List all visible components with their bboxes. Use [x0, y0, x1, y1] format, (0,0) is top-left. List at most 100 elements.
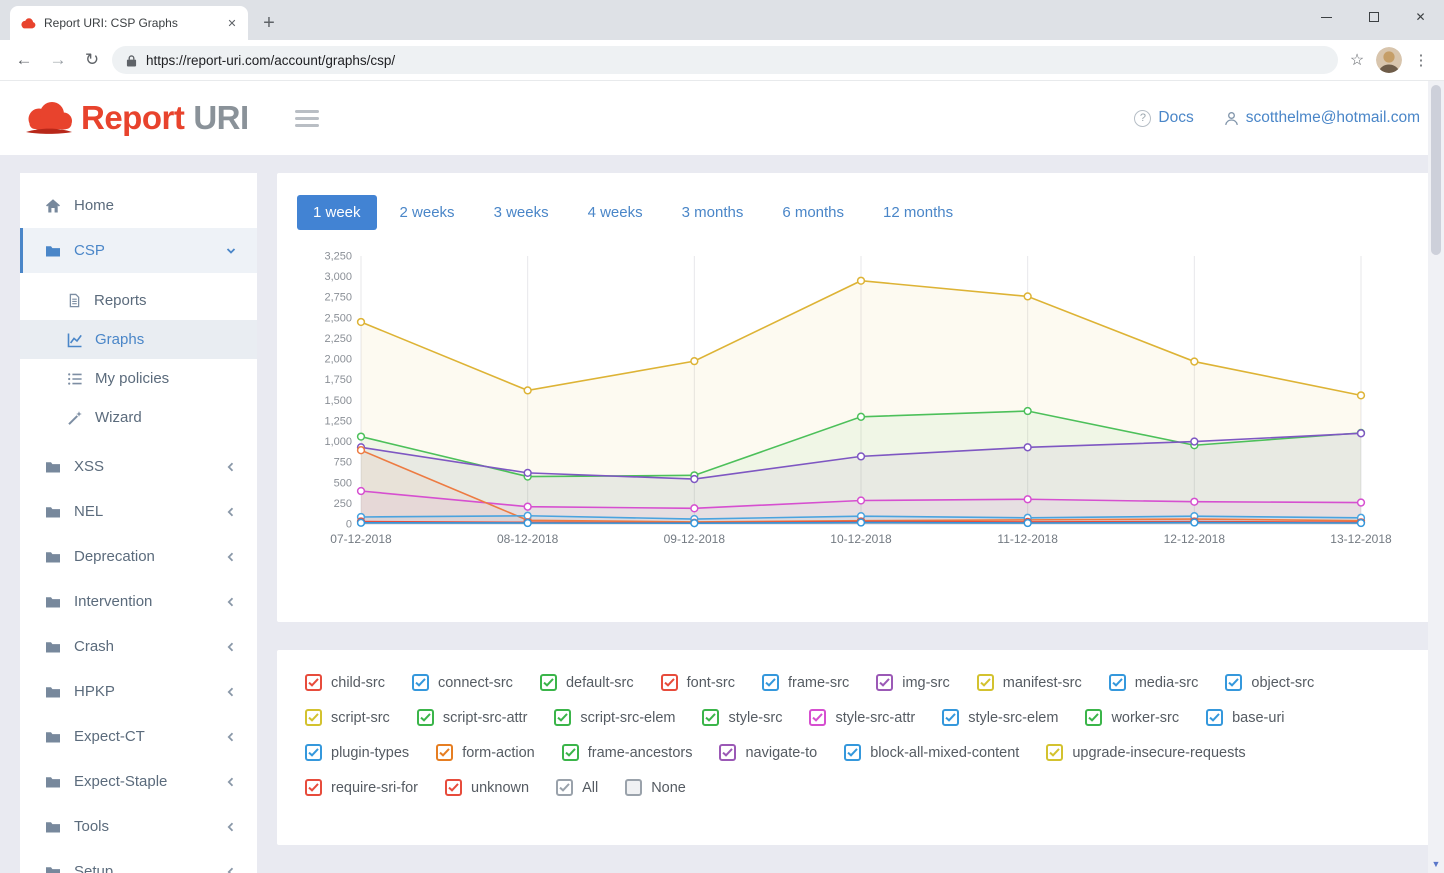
bookmark-star-icon[interactable]: ☆ [1344, 47, 1370, 73]
tab-2-weeks[interactable]: 2 weeks [384, 195, 471, 230]
checkbox-icon[interactable] [305, 709, 322, 726]
sidebar-item-my-policies[interactable]: My policies [20, 359, 257, 398]
hamburger-menu-icon[interactable] [295, 110, 319, 127]
legend-toggle-plugin-types[interactable]: plugin-types [305, 744, 409, 761]
report-uri-logo[interactable]: Report URI [22, 99, 249, 137]
sidebar-item-wizard[interactable]: Wizard [20, 398, 257, 437]
tab-close-icon[interactable]: ✕ [224, 15, 240, 31]
sidebar-item-intervention[interactable]: Intervention [20, 579, 257, 624]
sidebar-item-hpkp[interactable]: HPKP [20, 669, 257, 714]
legend-toggle-form-action[interactable]: form-action [436, 744, 535, 761]
checkbox-icon[interactable] [844, 744, 861, 761]
legend-toggle-script-src-attr[interactable]: script-src-attr [417, 709, 528, 726]
legend-toggle-script-src[interactable]: script-src [305, 709, 390, 726]
checkbox-icon[interactable] [876, 674, 893, 691]
legend-toggle-child-src[interactable]: child-src [305, 674, 385, 691]
legend-toggle-script-src-elem[interactable]: script-src-elem [554, 709, 675, 726]
checkbox-icon[interactable] [977, 674, 994, 691]
new-tab-button[interactable]: + [254, 8, 284, 38]
legend-toggle-block-all-mixed-content[interactable]: block-all-mixed-content [844, 744, 1019, 761]
docs-link[interactable]: ? Docs [1134, 109, 1193, 127]
legend-toggle-object-src[interactable]: object-src [1225, 674, 1314, 691]
page-scrollbar[interactable]: ▼ [1428, 81, 1444, 873]
legend-toggle-frame-src[interactable]: frame-src [762, 674, 849, 691]
checkbox-icon[interactable] [554, 709, 571, 726]
legend-toggle-media-src[interactable]: media-src [1109, 674, 1199, 691]
legend-toggle-frame-ancestors[interactable]: frame-ancestors [562, 744, 693, 761]
legend-toggle-none[interactable]: None [625, 779, 686, 796]
legend-toggle-upgrade-insecure-requests[interactable]: upgrade-insecure-requests [1046, 744, 1245, 761]
logo-text-uri: URI [193, 99, 248, 137]
tab-1-week[interactable]: 1 week [297, 195, 377, 230]
sidebar-item-deprecation[interactable]: Deprecation [20, 534, 257, 579]
legend-toggle-img-src[interactable]: img-src [876, 674, 950, 691]
sidebar-item-tools[interactable]: Tools [20, 804, 257, 849]
legend-toggle-require-sri-for[interactable]: require-sri-for [305, 779, 418, 796]
legend-toggle-worker-src[interactable]: worker-src [1085, 709, 1179, 726]
tab-3-months[interactable]: 3 months [666, 195, 760, 230]
checkbox-icon[interactable] [562, 744, 579, 761]
account-menu[interactable]: scotthelme@hotmail.com [1224, 109, 1420, 127]
checkbox-icon[interactable] [661, 674, 678, 691]
checkbox-icon[interactable] [412, 674, 429, 691]
checkbox-icon[interactable] [445, 779, 462, 796]
checkbox-icon[interactable] [556, 779, 573, 796]
forward-button[interactable]: → [44, 46, 72, 74]
window-close-button[interactable]: ✕ [1397, 0, 1444, 34]
checkbox-icon[interactable] [305, 744, 322, 761]
checkbox-icon[interactable] [1206, 709, 1223, 726]
sidebar-item-graphs[interactable]: Graphs [20, 320, 257, 359]
checkbox-icon[interactable] [1085, 709, 1102, 726]
reload-button[interactable]: ↻ [78, 46, 106, 74]
checkbox-icon[interactable] [1225, 674, 1242, 691]
checkbox-icon[interactable] [436, 744, 453, 761]
window-maximize-button[interactable] [1350, 0, 1397, 34]
checkbox-icon[interactable] [305, 674, 322, 691]
checkbox-icon[interactable] [1109, 674, 1126, 691]
legend-toggle-unknown[interactable]: unknown [445, 779, 529, 796]
browser-profile-avatar[interactable] [1376, 47, 1402, 73]
legend-toggle-connect-src[interactable]: connect-src [412, 674, 513, 691]
scrollbar-down-arrow[interactable]: ▼ [1428, 857, 1444, 871]
legend-toggle-navigate-to[interactable]: navigate-to [719, 744, 817, 761]
legend-toggle-base-uri[interactable]: base-uri [1206, 709, 1284, 726]
legend-toggle-font-src[interactable]: font-src [661, 674, 735, 691]
checkbox-icon[interactable] [762, 674, 779, 691]
legend-toggle-all[interactable]: All [556, 779, 598, 796]
checkbox-icon[interactable] [702, 709, 719, 726]
sidebar-item-xss[interactable]: XSS [20, 444, 257, 489]
tab-3-weeks[interactable]: 3 weeks [478, 195, 565, 230]
legend-toggle-style-src-elem[interactable]: style-src-elem [942, 709, 1058, 726]
checkbox-icon[interactable] [417, 709, 434, 726]
url-field[interactable]: https://report-uri.com/account/graphs/cs… [112, 46, 1338, 74]
checkbox-icon[interactable] [719, 744, 736, 761]
checkbox-icon[interactable] [942, 709, 959, 726]
browser-menu-icon[interactable]: ⋮ [1408, 47, 1434, 73]
scrollbar-thumb[interactable] [1431, 85, 1441, 255]
browser-tab[interactable]: Report URI: CSP Graphs ✕ [10, 6, 248, 40]
sidebar-item-crash[interactable]: Crash [20, 624, 257, 669]
checkbox-icon[interactable] [625, 779, 642, 796]
legend-row: script-src script-src-attr script-src-elem… [305, 709, 1415, 726]
legend-toggle-default-src[interactable]: default-src [540, 674, 634, 691]
legend-toggle-style-src-attr[interactable]: style-src-attr [809, 709, 915, 726]
tab-6-months[interactable]: 6 months [766, 195, 860, 230]
back-button[interactable]: ← [10, 46, 38, 74]
legend-toggle-manifest-src[interactable]: manifest-src [977, 674, 1082, 691]
checkbox-icon[interactable] [809, 709, 826, 726]
sidebar-item-csp[interactable]: CSP [20, 228, 257, 273]
checkbox-icon[interactable] [305, 779, 322, 796]
sidebar-item-setup[interactable]: Setup [20, 849, 257, 873]
sidebar-item-nel[interactable]: NEL [20, 489, 257, 534]
window-controls: ✕ [1303, 0, 1444, 34]
window-minimize-button[interactable] [1303, 0, 1350, 34]
tab-12-months[interactable]: 12 months [867, 195, 969, 230]
sidebar-item-home[interactable]: Home [20, 183, 257, 228]
sidebar-item-expect-ct[interactable]: Expect-CT [20, 714, 257, 759]
legend-toggle-style-src[interactable]: style-src [702, 709, 782, 726]
checkbox-icon[interactable] [1046, 744, 1063, 761]
checkbox-icon[interactable] [540, 674, 557, 691]
tab-4-weeks[interactable]: 4 weeks [572, 195, 659, 230]
sidebar-item-reports[interactable]: Reports [20, 281, 257, 320]
sidebar-item-expect-staple[interactable]: Expect-Staple [20, 759, 257, 804]
